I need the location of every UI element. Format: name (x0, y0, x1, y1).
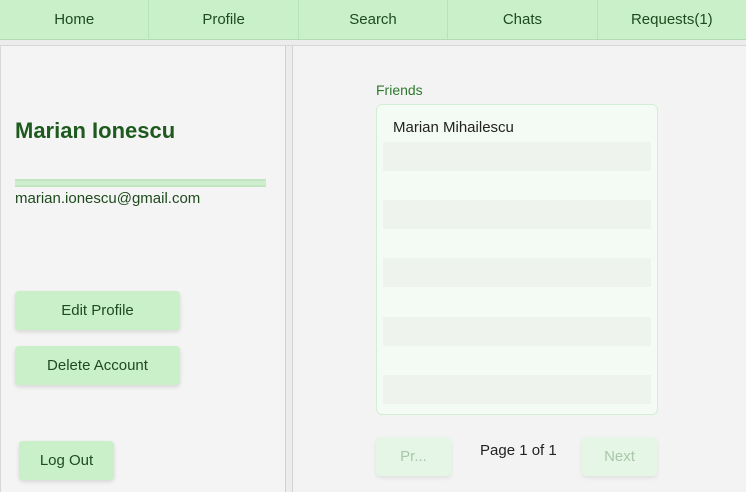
next-page-button[interactable]: Next (582, 437, 657, 476)
page-indicator: Page 1 of 1 (480, 442, 557, 459)
profile-email: marian.ionescu@gmail.com (15, 190, 201, 207)
nav-profile[interactable]: Profile (149, 0, 299, 39)
delete-account-button[interactable]: Delete Account (15, 346, 180, 385)
friend-list-item[interactable]: Marian Mihailescu (383, 113, 651, 141)
profile-panel: Marian Ionescu marian.ionescu@gmail.com … (0, 46, 286, 492)
top-navigation: Home Profile Search Chats Requests(1) (0, 0, 746, 40)
friend-list-item (383, 200, 651, 229)
friend-list-item (383, 258, 651, 287)
friends-panel: Friends Marian Mihailescu Pr... Page 1 o… (294, 46, 746, 492)
edit-profile-button[interactable]: Edit Profile (15, 291, 180, 330)
previous-page-button[interactable]: Pr... (376, 437, 451, 476)
nav-requests[interactable]: Requests(1) (598, 0, 746, 39)
friend-list-item (383, 142, 651, 171)
friend-list-item (383, 375, 651, 404)
friend-list-item (383, 317, 651, 346)
nav-search[interactable]: Search (299, 0, 449, 39)
name-divider (15, 179, 266, 187)
friends-list: Marian Mihailescu (376, 104, 658, 415)
panel-divider (286, 46, 293, 492)
profile-name: Marian Ionescu (15, 118, 176, 143)
friends-heading: Friends (376, 82, 423, 98)
nav-home[interactable]: Home (0, 0, 150, 39)
nav-chats[interactable]: Chats (448, 0, 598, 39)
log-out-button[interactable]: Log Out (19, 441, 114, 480)
